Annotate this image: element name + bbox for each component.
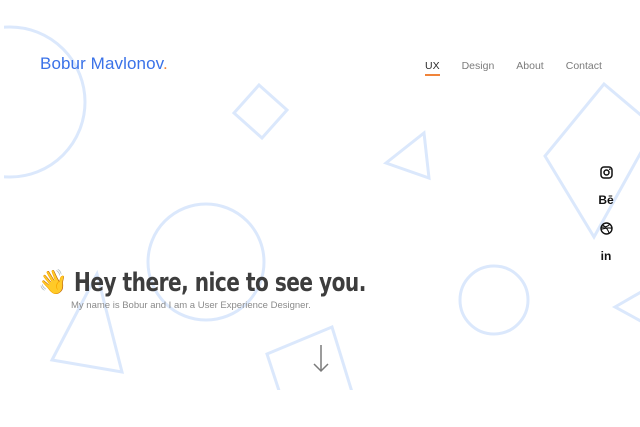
main-nav: UX Design About Contact [425,60,602,76]
bg-diamond [231,82,290,141]
instagram-icon[interactable] [598,164,614,180]
logo-dot: . [162,54,168,73]
social-links: Bē in [596,164,616,264]
bg-triangle-small [382,130,431,181]
behance-icon[interactable]: Bē [598,192,614,208]
site-logo[interactable]: Bobur Mavlonov. [40,54,168,74]
arrow-down-icon[interactable] [312,344,330,379]
bg-diamond-right [543,81,640,240]
bg-square-bottom [265,324,353,390]
dribbble-icon[interactable] [598,220,614,236]
hero-subtitle: My name is Bobur and I am a User Experie… [71,300,311,311]
bg-triangle-right [611,290,640,323]
waving-hand-icon: 👋 [38,269,68,296]
bg-circle-small [458,264,530,336]
nav-item-contact[interactable]: Contact [566,60,602,76]
hero-section: Bobur Mavlonov. UX Design About Contact … [0,0,640,390]
nav-item-ux[interactable]: UX [425,60,440,76]
logo-text: Bobur Mavlonov [40,54,163,73]
hero-headline: 👋 Hey there, nice to see you. [38,268,413,298]
linkedin-icon[interactable]: in [598,248,614,264]
bg-circle-large [0,25,87,179]
nav-item-design[interactable]: Design [462,60,495,76]
nav-item-about[interactable]: About [516,60,543,76]
hero-greeting: Hey there, nice to see you. [73,268,366,298]
